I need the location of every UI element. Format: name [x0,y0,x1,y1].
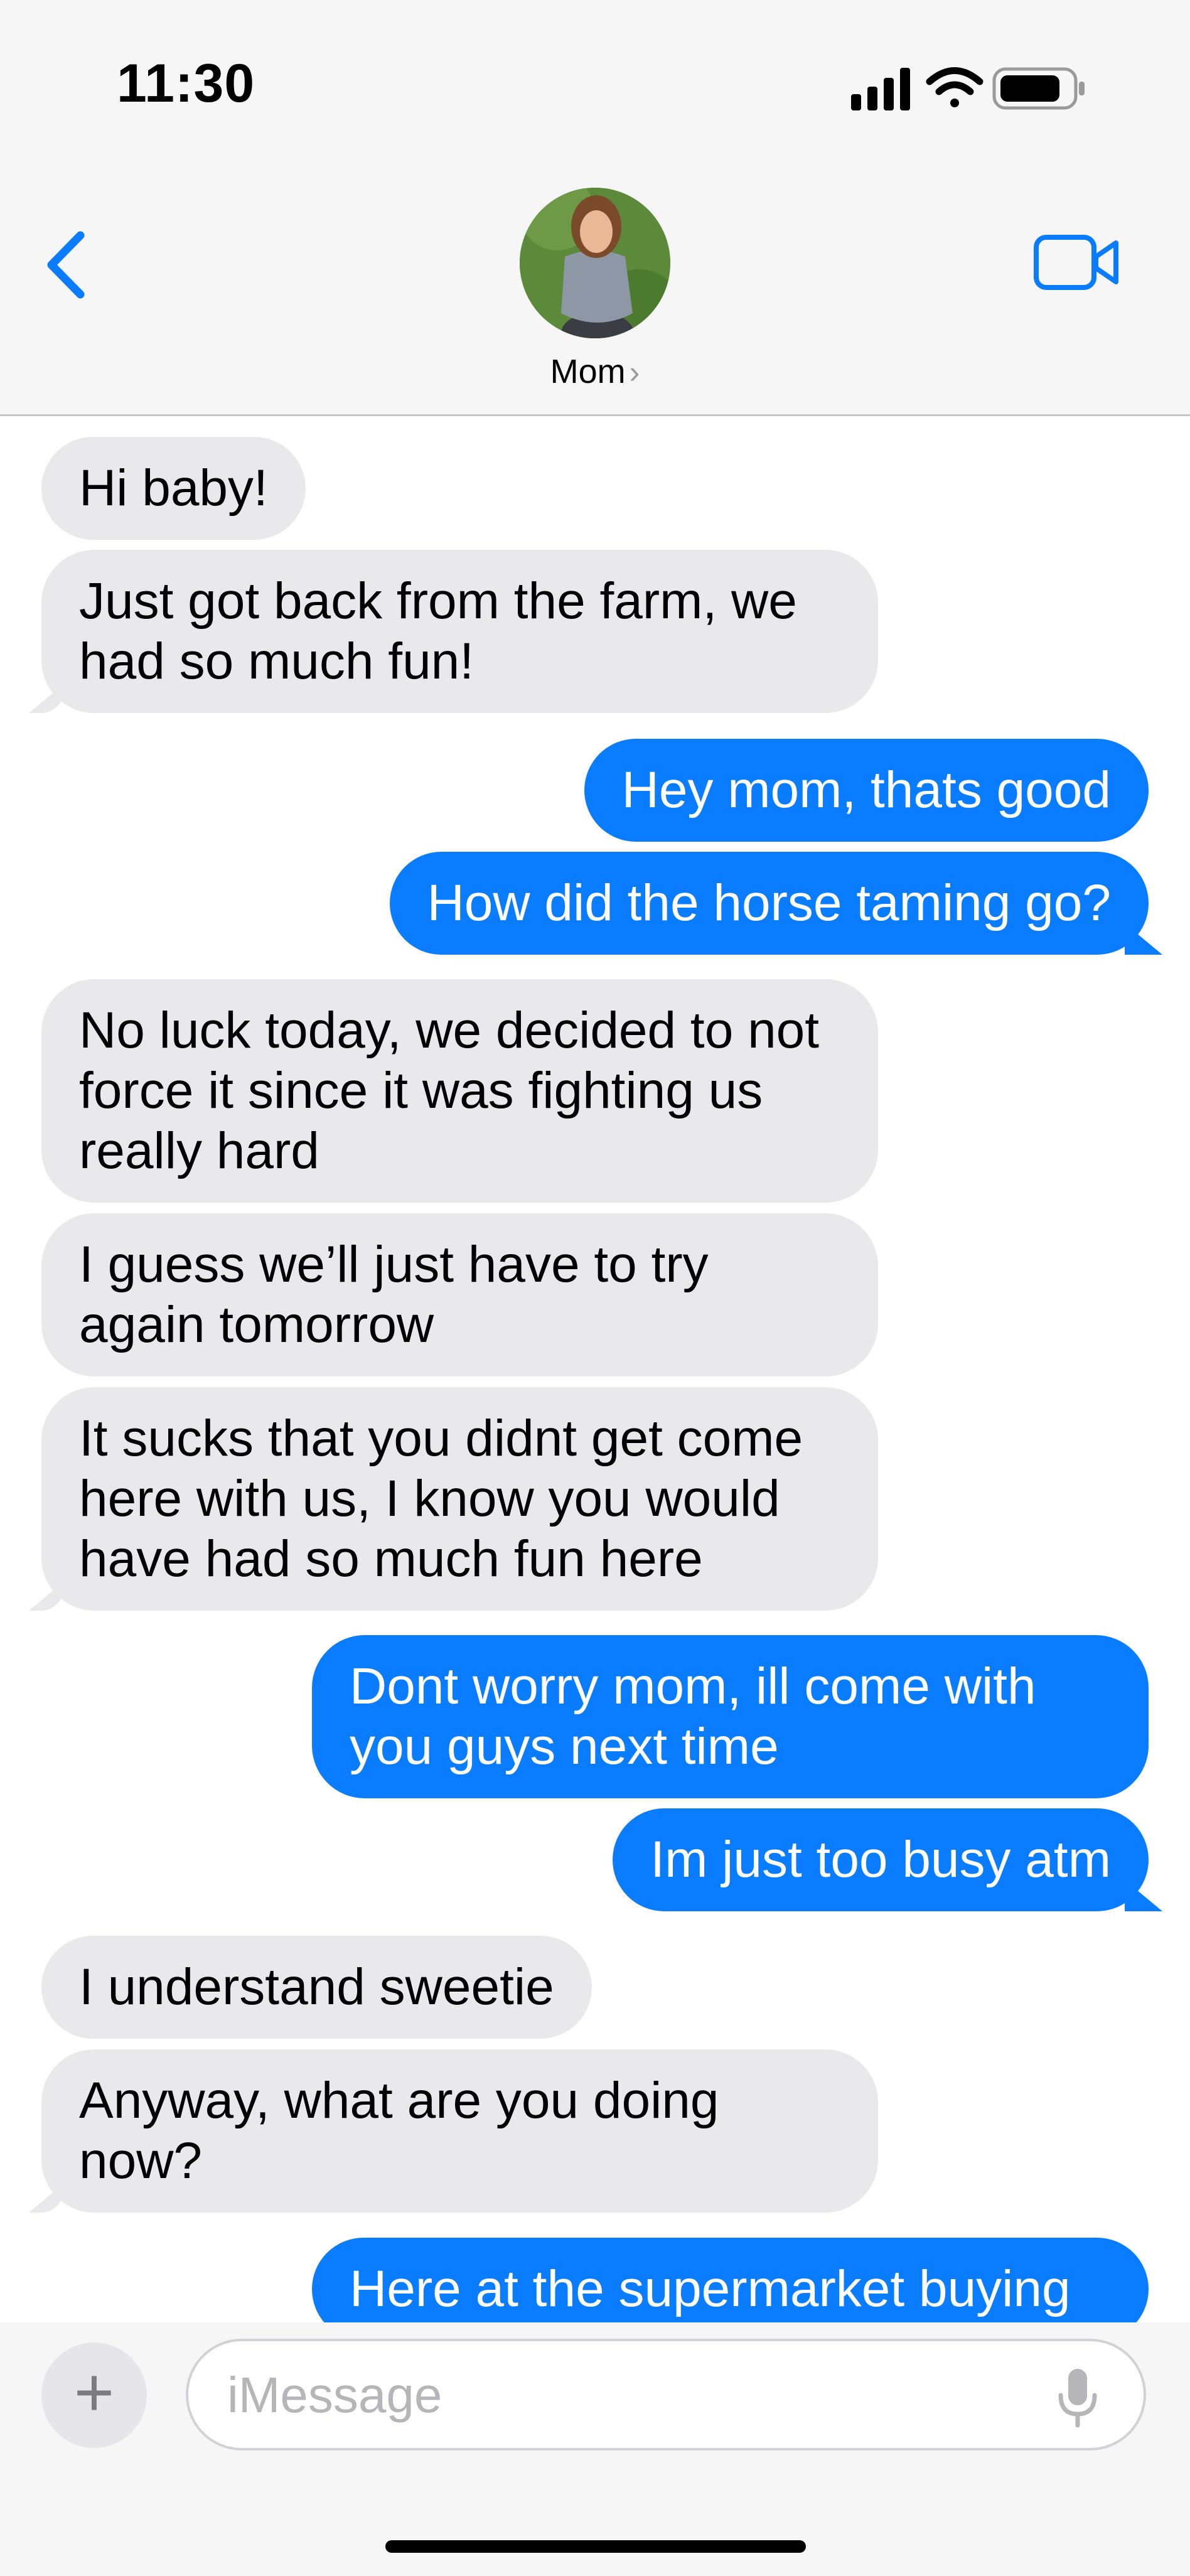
conversation-header: Mom › [0,160,1190,416]
home-indicator[interactable] [385,2540,806,2553]
video-call-button[interactable] [1033,234,1121,294]
message-input-field[interactable] [186,2339,1146,2450]
message-bubble-incoming[interactable]: Just got back from the farm, we had so m… [41,550,878,713]
contact-name-button[interactable]: Mom › [0,352,1190,391]
message-thread[interactable]: Hi baby! Just got back from the farm, we… [0,416,1190,2322]
signal-icon [851,68,910,110]
message-bubble-outgoing[interactable]: How did the horse taming go? [389,852,1149,955]
message-bubble-incoming[interactable]: It sucks that you didnt get come here wi… [41,1387,878,1611]
message-bubble-outgoing[interactable]: Hey mom, thats good [584,739,1149,842]
message-bubble-incoming[interactable]: I understand sweetie [41,1936,592,2039]
battery-icon [992,67,1085,110]
wifi-icon [926,67,984,107]
contact-avatar[interactable] [520,188,670,338]
back-chevron-icon [47,231,85,299]
message-bubble-incoming[interactable]: No luck today, we decided to not force i… [41,979,878,1203]
message-bubble-outgoing[interactable]: Here at the supermarket buying [312,2238,1149,2322]
message-bubble-incoming[interactable]: I guess we’ll just have to try again tom… [41,1213,878,1377]
back-button[interactable] [44,230,88,303]
message-bubble-incoming[interactable]: Anyway, what are you doing now? [41,2049,878,2213]
message-bubble-incoming[interactable]: Hi baby! [41,437,306,540]
plus-icon: + [73,2354,115,2431]
status-icons [851,63,1090,113]
microphone-icon [1058,2369,1097,2428]
add-attachment-button[interactable]: + [41,2343,147,2448]
video-camera-icon [1034,235,1118,290]
chevron-right-icon: › [629,355,640,390]
contact-name: Mom [550,353,626,390]
message-bubble-outgoing[interactable]: Dont worry mom, ill come with you guys n… [312,1635,1149,1798]
status-time: 11:30 [117,53,255,114]
composer-bar: + [0,2322,1190,2576]
dictation-button[interactable] [1056,2368,1100,2431]
message-bubble-outgoing[interactable]: Im just too busy atm [613,1808,1149,1911]
status-bar: 11:30 [0,0,1190,160]
message-input[interactable] [226,2366,1044,2424]
